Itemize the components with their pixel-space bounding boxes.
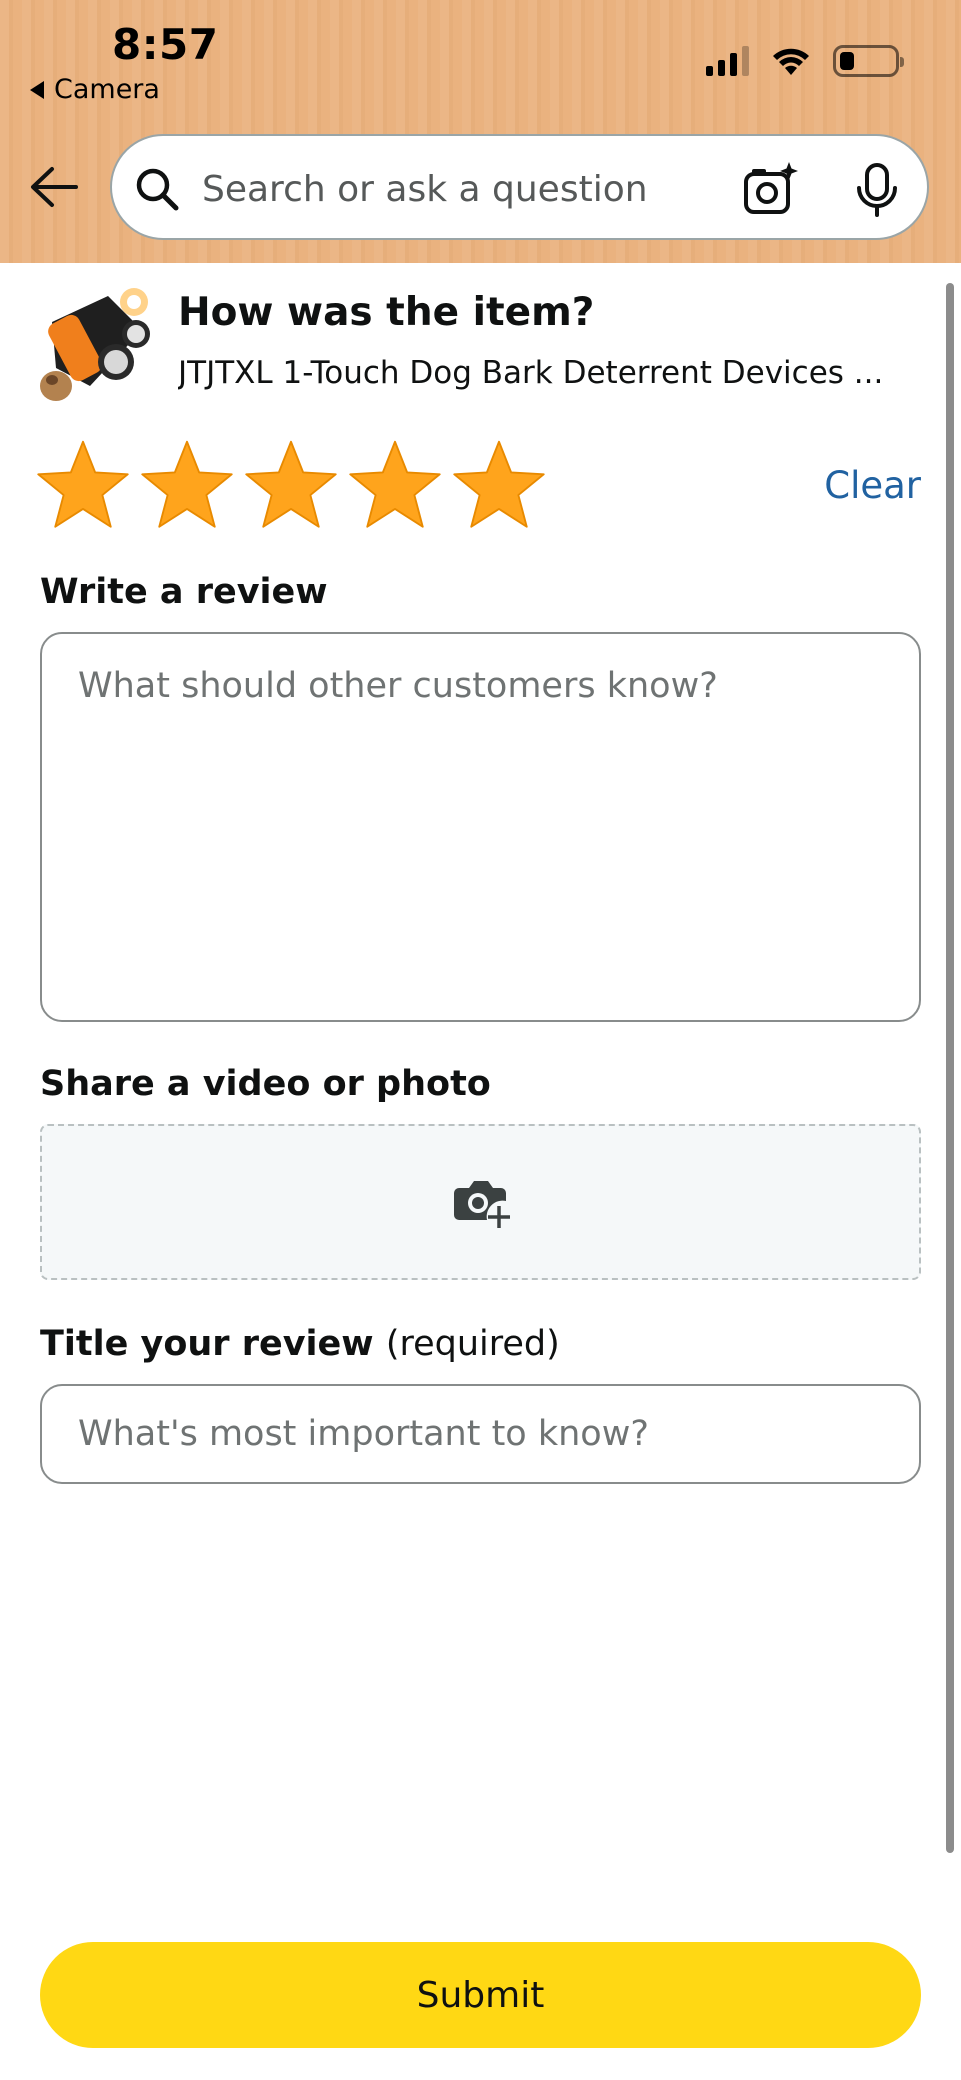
- scroll-indicator[interactable]: [946, 283, 954, 1853]
- camera-sparkle-icon[interactable]: [742, 160, 800, 218]
- search-bar[interactable]: [110, 134, 929, 240]
- star-5-icon[interactable]: [452, 438, 546, 532]
- status-time: 8:57: [112, 20, 219, 69]
- camera-plus-icon[interactable]: [453, 1174, 513, 1230]
- title-review-label-text: Title your review: [40, 1324, 374, 1364]
- battery-icon: [833, 45, 904, 77]
- clear-rating-link[interactable]: Clear: [824, 464, 921, 507]
- share-media-label: Share a video or photo: [40, 1064, 491, 1104]
- star-4-icon[interactable]: [348, 438, 442, 532]
- review-title-field[interactable]: [40, 1384, 921, 1484]
- star-3-icon[interactable]: [244, 438, 338, 532]
- review-heading: How was the item?: [178, 290, 595, 335]
- wifi-icon: [773, 48, 809, 75]
- app-header: 8:57 Camera: [0, 0, 961, 263]
- back-arrow-icon[interactable]: [28, 165, 80, 209]
- back-to-app-link[interactable]: Camera: [30, 74, 160, 105]
- back-to-app-label: Camera: [54, 74, 160, 105]
- title-review-label: Title your review (required): [40, 1324, 560, 1364]
- status-icons: [706, 45, 904, 77]
- write-review-label: Write a review: [40, 572, 328, 612]
- submit-button[interactable]: Submit: [40, 1942, 921, 2048]
- search-icon[interactable]: [134, 166, 180, 212]
- product-name[interactable]: JTJTXL 1-Touch Dog Bark Deterrent Device…: [178, 355, 908, 391]
- back-triangle-icon: [30, 80, 44, 99]
- review-text-field[interactable]: [40, 632, 921, 1022]
- cellular-signal-icon: [706, 46, 749, 76]
- microphone-icon[interactable]: [852, 162, 902, 218]
- product-thumbnail: [38, 282, 158, 402]
- star-2-icon[interactable]: [140, 438, 234, 532]
- required-indicator: (required): [385, 1324, 560, 1364]
- star-1-icon[interactable]: [36, 438, 130, 532]
- star-rating[interactable]: [36, 438, 546, 532]
- search-input[interactable]: [202, 160, 782, 218]
- media-upload-area[interactable]: [40, 1124, 921, 1280]
